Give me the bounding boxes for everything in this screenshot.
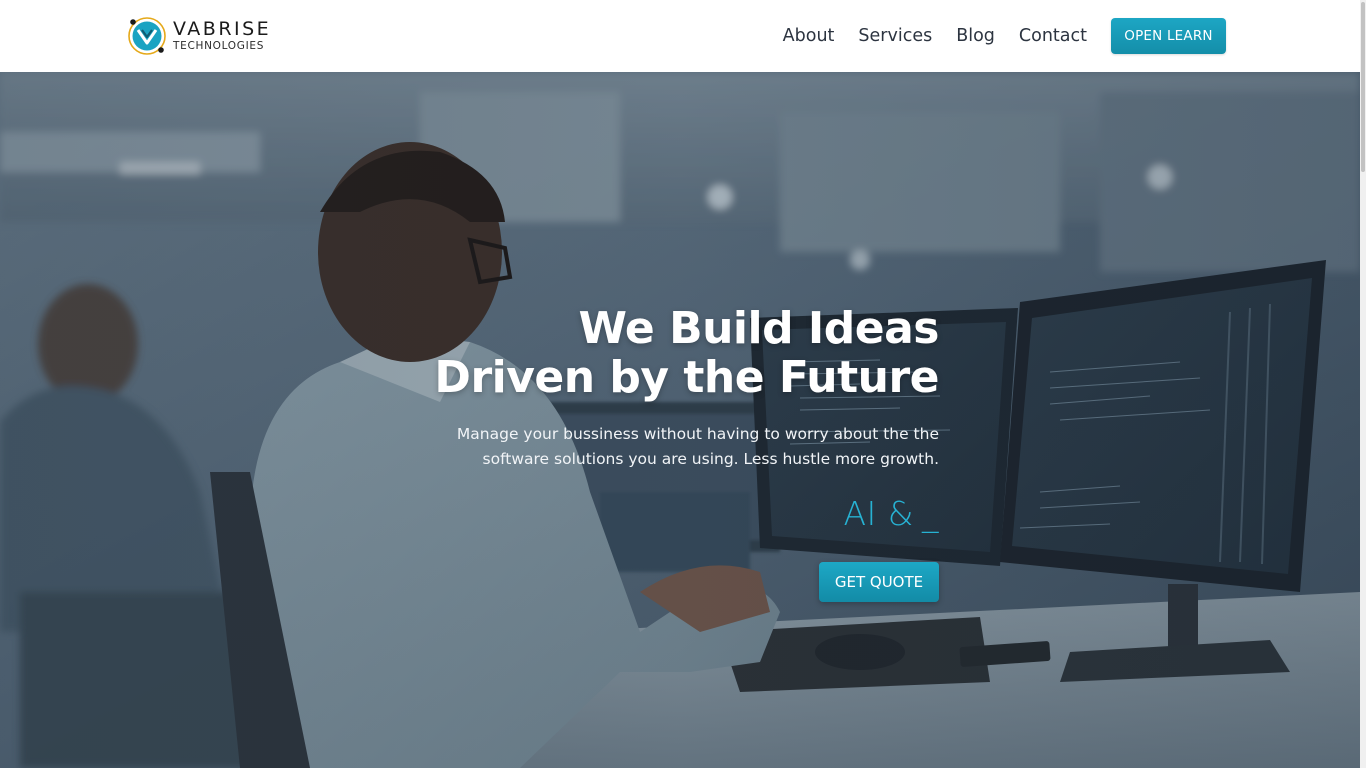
hero-title-line2: Driven by the Future [434,352,939,403]
hero-title: We Build Ideas Driven by the Future [379,304,939,402]
typed-text-value: AI & [843,494,914,533]
vabrise-logo-icon [127,16,167,56]
hero-subtitle-line1: Manage your bussiness without having to … [456,425,939,443]
brand-name: VABRISE [173,18,272,41]
hero-content: We Build Ideas Driven by the Future Mana… [379,304,939,602]
open-learn-button[interactable]: OPEN LEARN [1111,18,1226,54]
site-header: VABRISE TECHNOLOGIES About Services Blog… [0,0,1366,72]
typed-text: AI & _ [379,494,939,534]
brand-tagline: TECHNOLOGIES [173,40,265,53]
hero-subtitle-line2: software solutions you are using. Less h… [482,450,939,468]
brand-logo[interactable]: VABRISE TECHNOLOGIES [127,15,271,57]
hero-title-line1: We Build Ideas [578,303,939,354]
nav-contact[interactable]: Contact [1019,26,1087,46]
main-nav: About Services Blog Contact OPEN LEARN [783,18,1226,54]
nav-about[interactable]: About [783,26,835,46]
nav-blog[interactable]: Blog [956,26,995,46]
nav-services[interactable]: Services [858,26,932,46]
hero-section: We Build Ideas Driven by the Future Mana… [0,72,1360,768]
typed-cursor: _ [922,494,939,533]
get-quote-button[interactable]: GET QUOTE [819,562,939,602]
page-scrollbar[interactable] [1360,0,1366,768]
scrollbar-thumb[interactable] [1361,2,1365,172]
hero-subtitle: Manage your bussiness without having to … [379,422,939,472]
